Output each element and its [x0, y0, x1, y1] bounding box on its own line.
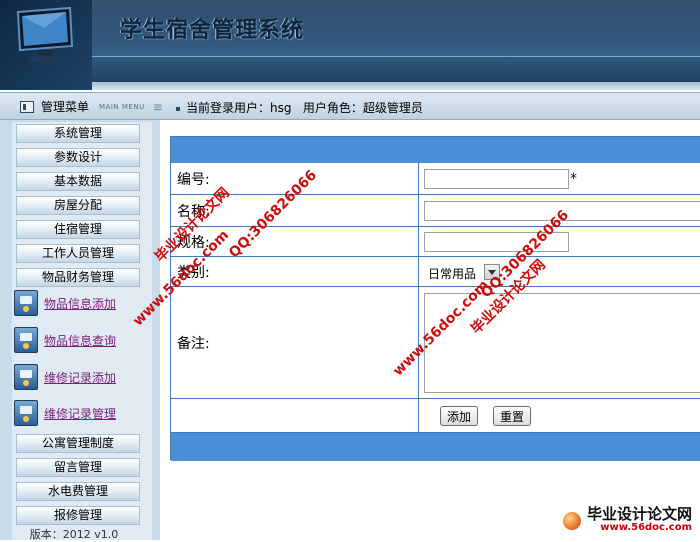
form-header-bar — [171, 137, 700, 163]
menu-lines-icon: ≡ — [152, 99, 163, 114]
repair-add-icon — [14, 364, 38, 390]
sidebar: 系统管理 参数设计 基本数据 房屋分配 住宿管理 工作人员管理 物品财务管理 物… — [0, 120, 160, 541]
footer-watermark: 毕业设计论文网 www.56doc.com — [562, 507, 692, 534]
goods-add-form: 编号: * 名称: 规格: 类别: 日常用品 备注: 添加 重置 — [170, 136, 700, 461]
monitor-icon — [16, 6, 74, 63]
sidebar-item-utilities[interactable]: 水电费管理 — [16, 482, 140, 501]
form-footer-bar — [171, 433, 700, 461]
info-bar: 管理菜单 MAIN MENU ≡ 当前登录用户：hsg 用户角色：超级管理员 — [0, 92, 700, 120]
submenu-goods-add[interactable]: 物品信息添加 — [14, 288, 146, 318]
submenu-label[interactable]: 维修记录管理 — [44, 405, 116, 422]
actions-spacer — [171, 399, 419, 432]
code-cell: * — [420, 163, 700, 194]
code-input[interactable] — [424, 169, 569, 189]
remark-label: 备注: — [171, 287, 419, 398]
goods-add-icon — [14, 290, 38, 316]
watermark-logo-icon — [562, 511, 581, 530]
submenu-label[interactable]: 物品信息添加 — [44, 295, 116, 312]
actions-cell: 添加 重置 — [420, 399, 700, 432]
form-row-actions: 添加 重置 — [171, 399, 700, 433]
footer-watermark-text: 毕业设计论文网 www.56doc.com — [587, 507, 692, 534]
bullet-icon — [176, 106, 180, 111]
header-bottom-band — [0, 82, 700, 90]
sidebar-item-room-allocation[interactable]: 房屋分配 — [16, 196, 140, 215]
sidebar-item-system[interactable]: 系统管理 — [16, 124, 140, 143]
header-strip — [0, 56, 700, 82]
required-mark: * — [570, 171, 577, 187]
repair-manage-icon — [14, 400, 38, 426]
form-row-category: 类别: 日常用品 — [171, 257, 700, 287]
menu-title: 管理菜单 — [41, 100, 90, 114]
menu-header: 管理菜单 MAIN MENU ≡ — [20, 98, 163, 115]
footer-watermark-url: www.56doc.com — [600, 522, 692, 533]
submenu-label[interactable]: 维修记录添加 — [44, 369, 116, 386]
sidebar-item-messages[interactable]: 留言管理 — [16, 458, 140, 477]
sidebar-menu: 系统管理 参数设计 基本数据 房屋分配 住宿管理 工作人员管理 物品财务管理 物… — [12, 122, 152, 540]
sidebar-item-apartment-rules[interactable]: 公寓管理制度 — [16, 434, 140, 453]
spec-cell — [420, 227, 700, 256]
category-select-value[interactable]: 日常用品 — [428, 265, 476, 282]
goods-query-icon — [14, 327, 38, 353]
menu-icon — [20, 100, 34, 113]
sidebar-item-repairs[interactable]: 报修管理 — [16, 506, 140, 525]
current-user-text: 当前登录用户：hsg 用户角色：超级管理员 — [186, 101, 423, 115]
current-user-info: 当前登录用户：hsg 用户角色：超级管理员 — [176, 99, 423, 116]
sidebar-item-basic-data[interactable]: 基本数据 — [16, 172, 140, 191]
reset-button[interactable]: 重置 — [493, 406, 532, 426]
add-button[interactable]: 添加 — [440, 406, 479, 426]
footer-watermark-title: 毕业设计论文网 — [586, 505, 692, 523]
app-header: 学生宿舍管理系统 — [0, 0, 700, 90]
form-row-code: 编号: * — [171, 163, 700, 195]
menu-subtitle: MAIN MENU — [99, 102, 145, 111]
app-title: 学生宿舍管理系统 — [120, 17, 305, 43]
logo-panel — [0, 0, 92, 90]
category-cell: 日常用品 — [420, 257, 700, 286]
sidebar-item-goods-finance[interactable]: 物品财务管理 — [16, 268, 140, 287]
sidebar-item-lodging[interactable]: 住宿管理 — [16, 220, 140, 239]
submenu-label[interactable]: 物品信息查询 — [44, 332, 116, 349]
submenu-goods-query[interactable]: 物品信息查询 — [14, 325, 146, 355]
header-glow — [0, 0, 700, 60]
submenu-repair-manage[interactable]: 维修记录管理 — [14, 398, 146, 428]
form-row-name: 名称: — [171, 195, 700, 227]
sidebar-item-params[interactable]: 参数设计 — [16, 148, 140, 167]
version-label: 版本：2012 v1.0 — [29, 528, 119, 541]
sidebar-item-staff[interactable]: 工作人员管理 — [16, 244, 140, 263]
submenu-repair-add[interactable]: 维修记录添加 — [14, 362, 146, 392]
